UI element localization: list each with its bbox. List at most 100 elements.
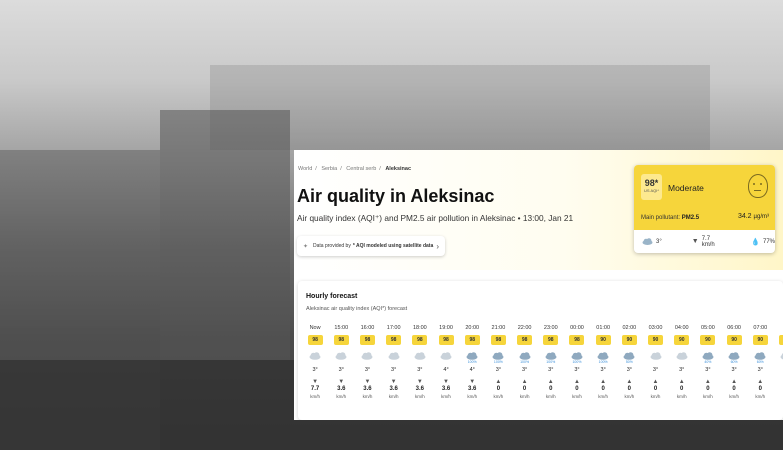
wind-arrow-icon: ▼ <box>691 238 699 245</box>
hour-time: 23:00 <box>543 325 558 331</box>
hour-wind-unit: km/h <box>519 394 530 399</box>
wind-arrow-icon: ▲ <box>731 379 738 385</box>
data-provider-button[interactable]: ✦ Data provided by * AQI modeled using s… <box>297 236 445 256</box>
hour-temp: 3° <box>626 367 632 373</box>
hour-wind-unit: km/h <box>729 394 739 399</box>
rain-cloud-icon <box>519 352 531 360</box>
hour-wind-unit: km/h <box>441 394 451 399</box>
breadcrumb: World / Serbia / Central serb / Aleksinac <box>298 166 412 172</box>
hour-column: 02:00 90 50% 3° ▲ 0 km/h <box>616 324 642 420</box>
pollutant-name: PM2.5 <box>681 215 700 221</box>
hour-wind-unit: km/h <box>336 394 347 399</box>
hour-temp: 4° <box>469 367 475 373</box>
breadcrumb-item[interactable]: World <box>298 166 312 172</box>
hour-aqi: 90 <box>648 335 664 345</box>
weather-row: 3° ▼ 7.7 km/h 💧 77% <box>634 230 775 253</box>
hourly-forecast: Hourly forecast Aleksinac air quality in… <box>298 281 783 420</box>
wind-arrow-icon: ▼ <box>390 379 397 385</box>
hour-temp: 3° <box>757 367 763 373</box>
hour-wind: 3.6 <box>337 386 346 392</box>
hour-wind: 7.7 <box>310 386 320 392</box>
hour-temp: 3° <box>600 367 606 373</box>
face-icon <box>748 174 768 198</box>
weather-temp: 3° <box>642 238 662 245</box>
wind-arrow-icon: ▲ <box>573 379 580 385</box>
hour-column: 03:00 90 3° ▲ 0 km/h <box>642 324 668 420</box>
hour-aqi: 98 <box>307 335 323 345</box>
hour-wind: 0 <box>732 386 736 392</box>
hour-time: 04:00 <box>674 325 689 331</box>
pollutant-label: Main pollutant: <box>641 215 681 221</box>
hour-wind: 3.6 <box>441 386 451 392</box>
hour-wind-unit: km/h <box>703 394 713 399</box>
air-quality-panel: World / Serbia / Central serb / Aleksinac A… <box>294 150 783 420</box>
wind-arrow-icon: ▼ <box>364 379 371 385</box>
hour-precip: 100% <box>598 360 608 364</box>
hour-time: 19:00 <box>439 325 453 331</box>
hour-wind-unit: km/h <box>676 394 687 399</box>
hour-aqi: 90 <box>674 335 690 345</box>
humidity-value: 77% <box>762 238 775 245</box>
hour-temp: 3° <box>731 367 737 373</box>
hour-column: 23:00 98 100% 3° ▲ 0 km/h <box>538 324 564 420</box>
hour-temp: 3° <box>364 367 371 373</box>
hour-column: 21:00 98 100% 3° ▲ 0 km/h <box>485 324 511 420</box>
hour-time: 22:00 <box>517 325 532 331</box>
hour-wind-unit: km/h <box>362 394 373 399</box>
hour-precip: 60% <box>756 360 764 364</box>
wind-arrow-icon: ▲ <box>547 379 554 385</box>
hour-aqi: 90 <box>621 335 637 345</box>
breadcrumb-item[interactable]: Central serb <box>346 166 376 172</box>
hour-column: 20:00 98 100% 4° ▼ 3.6 km/h <box>459 324 485 420</box>
hour-time: 00:00 <box>570 325 584 331</box>
hour-time: 15:00 <box>334 325 349 331</box>
hour-precip: 100% <box>520 360 530 364</box>
wind-arrow-icon: ▼ <box>469 379 476 385</box>
wind-arrow-icon: ▼ <box>443 379 449 385</box>
cloud-icon <box>650 352 662 360</box>
cloud-icon <box>361 352 373 360</box>
hour-time: 03:00 <box>648 325 663 331</box>
hour-wind: 3.6 <box>468 386 477 392</box>
breadcrumb-item[interactable]: Serbia <box>321 166 337 172</box>
hour-time: 18:00 <box>412 325 427 331</box>
hour-column: 17:00 98 3° ▼ 3.6 km/h <box>381 324 407 420</box>
hour-wind-unit: km/h <box>467 394 478 399</box>
hour-aqi: 98 <box>412 335 428 345</box>
cloud-icon <box>440 352 452 360</box>
hour-temp: 3° <box>548 367 554 373</box>
aqi-level: Moderate <box>668 183 704 193</box>
hour-temp: 3° <box>495 367 502 373</box>
pollutant-concentration: 34.2 µg/m³ <box>738 213 769 220</box>
hour-time: 07:00 <box>753 325 768 331</box>
rain-cloud-icon <box>754 352 766 360</box>
hour-aqi: 90 <box>752 335 768 345</box>
weather-humidity: 💧 77% <box>751 238 775 246</box>
wind-arrow-icon: ▲ <box>626 379 633 385</box>
wind-value: 7.7 km/h <box>701 235 715 248</box>
hour-wind: 3.6 <box>363 386 372 392</box>
hour-wind: 0 <box>653 386 658 392</box>
cloud-icon <box>676 352 688 360</box>
hour-aqi: 90 <box>726 335 742 345</box>
hour-wind: 0 <box>627 386 632 392</box>
hour-temp: 3° <box>417 367 423 373</box>
hour-wind: 0 <box>522 386 527 392</box>
hour-precip: 100% <box>572 360 582 364</box>
hour-column: 05:00 90 40% 3° ▲ 0 km/h <box>695 324 721 420</box>
hour-aqi: 98 <box>543 335 559 345</box>
hour-wind-unit: km/h <box>545 394 556 399</box>
hour-column: 16:00 98 3° ▼ 3.6 km/h <box>354 324 380 420</box>
hourly-columns[interactable]: Now 98 3° ▼ 7.7 km/h 15:00 98 3° ▼ 3.6 km/h 16:00 98 3… <box>302 324 783 420</box>
main-pollutant: Main pollutant: PM2.5 <box>641 215 699 221</box>
hour-column: 04:00 90 3° ▲ 0 km/h <box>669 324 695 420</box>
rain-cloud-icon <box>466 352 478 360</box>
provider-text: Data provided by <box>313 243 351 249</box>
cloud-icon <box>414 352 426 360</box>
building-silhouette <box>210 65 710 150</box>
rain-cloud-icon <box>492 352 504 360</box>
rain-cloud-icon <box>728 352 740 360</box>
hour-aqi: 98 <box>517 335 533 345</box>
hour-wind-unit: km/h <box>572 394 582 399</box>
hour-time: 17:00 <box>386 325 401 331</box>
